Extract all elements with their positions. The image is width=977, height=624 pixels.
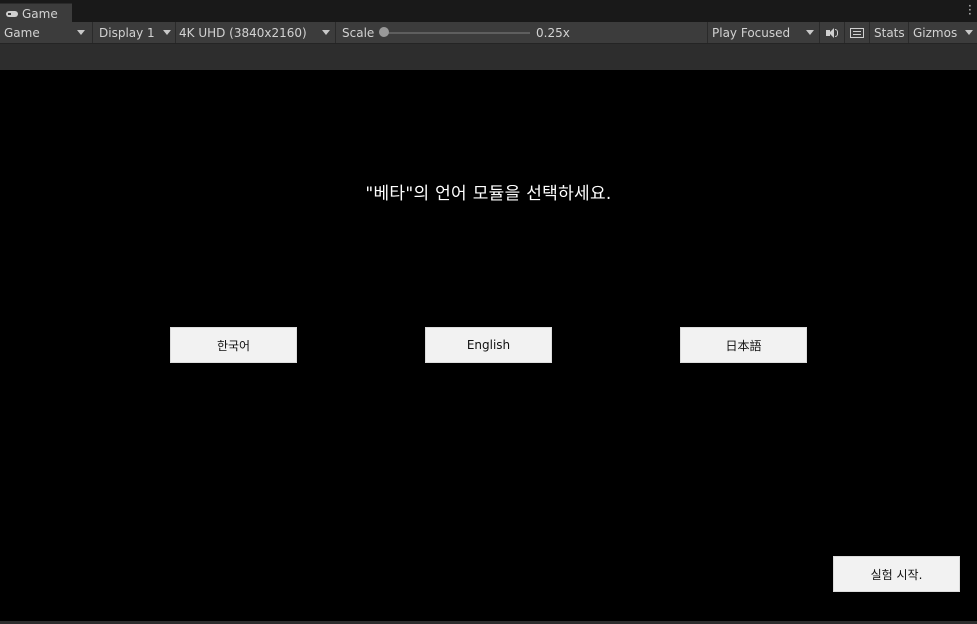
- speaker-icon: [825, 27, 839, 39]
- language-prompt: "베타"의 언어 모듈을 선택하세요.: [365, 184, 612, 204]
- toolbar-divider: [92, 22, 93, 43]
- gizmos-chevron-down-icon: [965, 30, 973, 35]
- view-mode-value: Game: [4, 25, 40, 40]
- tab-game[interactable]: Game: [0, 3, 72, 23]
- toolbar-divider: [908, 22, 909, 43]
- game-view-letterbox-bar: [0, 44, 977, 70]
- keyboard-icon: [850, 27, 864, 38]
- korean-language-button[interactable]: 한국어: [170, 327, 297, 363]
- scale-slider-handle[interactable]: [379, 27, 389, 37]
- play-mode-chevron-down-icon: [806, 30, 814, 35]
- toolbar-divider: [844, 22, 845, 43]
- toolbar-divider: [819, 22, 820, 43]
- keyboard-shortcuts-button[interactable]: [848, 22, 866, 43]
- stats-button[interactable]: Stats: [874, 22, 905, 43]
- toolbar-divider: [335, 22, 336, 43]
- gamepad-icon: [6, 10, 18, 18]
- view-mode-chevron-down-icon: [77, 30, 85, 35]
- scale-value-text: 0.25x: [536, 25, 570, 40]
- toolbar-divider: [175, 22, 176, 43]
- english-language-button[interactable]: English: [425, 327, 552, 363]
- scale-value: 0.25x: [536, 22, 570, 43]
- display-value: Display 1: [99, 25, 155, 40]
- game-viewport[interactable]: "베타"의 언어 모듈을 선택하세요. 한국어 English 日本語 실험 시…: [0, 70, 977, 621]
- editor-tab-bar: Game · · ·: [0, 0, 977, 23]
- mute-audio-button[interactable]: [823, 22, 841, 43]
- resolution-chevron-down-icon: [322, 30, 330, 35]
- scale-label: Scale: [342, 22, 374, 43]
- kebab-menu-icon[interactable]: · · ·: [968, 0, 972, 20]
- play-mode-dropdown[interactable]: Play Focused: [712, 22, 817, 43]
- resolution-value: 4K UHD (3840x2160): [179, 25, 307, 40]
- japanese-language-button[interactable]: 日本語: [680, 327, 807, 363]
- play-mode-value: Play Focused: [712, 25, 791, 40]
- stats-label: Stats: [874, 25, 905, 40]
- tab-label: Game: [22, 6, 58, 21]
- resolution-dropdown[interactable]: 4K UHD (3840x2160): [179, 22, 334, 43]
- display-chevron-down-icon: [163, 30, 171, 35]
- toolbar-divider: [869, 22, 870, 43]
- toolbar-divider: [707, 22, 708, 43]
- gizmos-label: Gizmos: [913, 25, 958, 40]
- scale-slider-track[interactable]: [384, 32, 530, 34]
- start-experiment-button[interactable]: 실험 시작.: [833, 556, 960, 592]
- game-view-toolbar: Game Display 1 4K UHD (3840x2160) Scale …: [0, 22, 977, 44]
- scale-label-text: Scale: [342, 25, 375, 40]
- display-dropdown[interactable]: Display 1: [99, 22, 173, 43]
